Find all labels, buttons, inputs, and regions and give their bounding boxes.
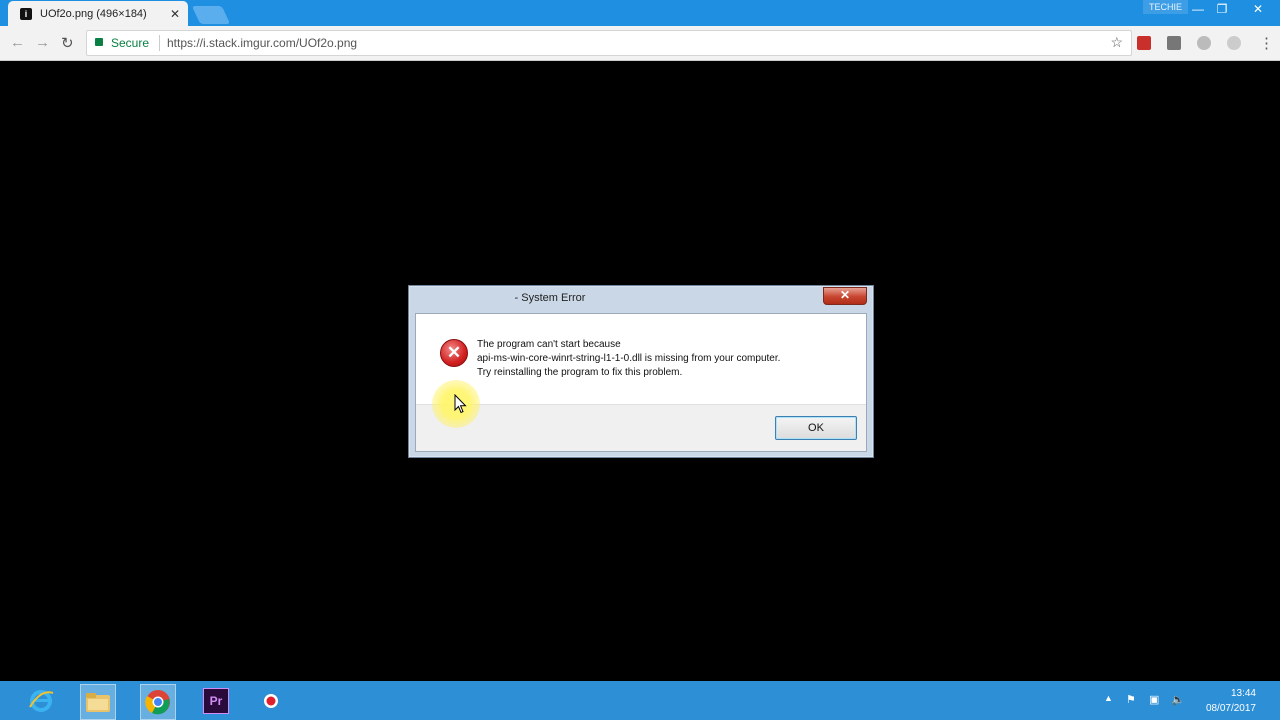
premiere-label: Pr (203, 688, 229, 714)
tab-close-icon[interactable]: ✕ (170, 7, 180, 21)
forward-icon[interactable]: → (35, 34, 50, 51)
browser-toolbar: ← → ↻ Secure https://i.stack.imgur.com/U… (0, 26, 1280, 61)
error-icon: ✕ (440, 339, 468, 367)
window-close-button[interactable]: ✕ (1246, 2, 1270, 16)
extension-icon[interactable] (1197, 36, 1211, 50)
extension-icon[interactable] (1167, 36, 1181, 50)
mouse-cursor-icon (454, 394, 467, 414)
dialog-body: ✕ The program can't start because api-ms… (415, 313, 867, 452)
address-bar[interactable]: Secure https://i.stack.imgur.com/UOf2o.p… (86, 30, 1132, 56)
extension-icon[interactable] (1227, 36, 1241, 50)
message-line: The program can't start because (477, 339, 621, 350)
message-line: Try reinstalling the program to fix this… (477, 367, 683, 378)
network-icon[interactable]: ▣ (1149, 693, 1159, 706)
dialog-footer: OK (416, 404, 866, 451)
favicon-icon: i (20, 7, 32, 20)
browser-tabstrip: i UOf2o.png (496×184) ✕ TECHIE — ❐ ✕ (0, 0, 1280, 26)
premiere-pro-icon[interactable]: Pr (199, 684, 233, 718)
show-hidden-icons[interactable]: ▲ (1104, 693, 1113, 703)
browser-tab[interactable]: i UOf2o.png (496×184) ✕ (8, 1, 188, 26)
reload-icon[interactable]: ↻ (61, 34, 74, 52)
chrome-icon[interactable] (140, 684, 176, 720)
action-center-flag-icon[interactable]: ⚑ (1126, 693, 1136, 706)
message-line: api-ms-win-core-winrt-string-l1-1-0.dll … (477, 353, 781, 364)
dialog-close-button[interactable]: ✕ (823, 287, 867, 305)
clock-time: 13:44 (1230, 688, 1256, 699)
address-separator (159, 35, 160, 51)
file-explorer-icon[interactable] (80, 684, 116, 720)
internet-explorer-icon[interactable] (24, 684, 58, 718)
ok-button[interactable]: OK (775, 416, 857, 440)
profile-badge[interactable]: TECHIE (1142, 0, 1188, 14)
clock-date: 08/07/2017 (1205, 703, 1256, 714)
volume-icon[interactable]: 🔈 (1171, 693, 1185, 706)
extension-icon[interactable] (1137, 36, 1151, 50)
dialog-title: - System Error (514, 292, 586, 304)
lock-icon (95, 38, 103, 46)
error-message: The program can't start because api-ms-w… (477, 338, 780, 380)
minimize-button[interactable]: — (1186, 2, 1210, 16)
taskbar: Pr ▲ ⚑ ▣ 🔈 13:44 08/07/2017 (0, 681, 1280, 720)
back-icon[interactable]: ← (10, 34, 25, 51)
menu-icon[interactable]: ⋮ (1259, 34, 1274, 52)
tab-title: UOf2o.png (496×184) (40, 7, 147, 20)
secure-label: Secure (111, 36, 150, 50)
bookmark-star-icon[interactable]: ☆ (1110, 34, 1123, 51)
new-tab-button[interactable] (191, 6, 231, 24)
url-text[interactable]: https://i.stack.imgur.com/UOf2o.png (167, 36, 357, 50)
recorder-icon[interactable] (254, 684, 288, 718)
system-clock[interactable]: 13:44 08/07/2017 (1206, 686, 1256, 716)
restore-button[interactable]: ❐ (1210, 2, 1234, 16)
system-error-dialog: - System Error ✕ ✕ The program can't sta… (408, 285, 874, 458)
